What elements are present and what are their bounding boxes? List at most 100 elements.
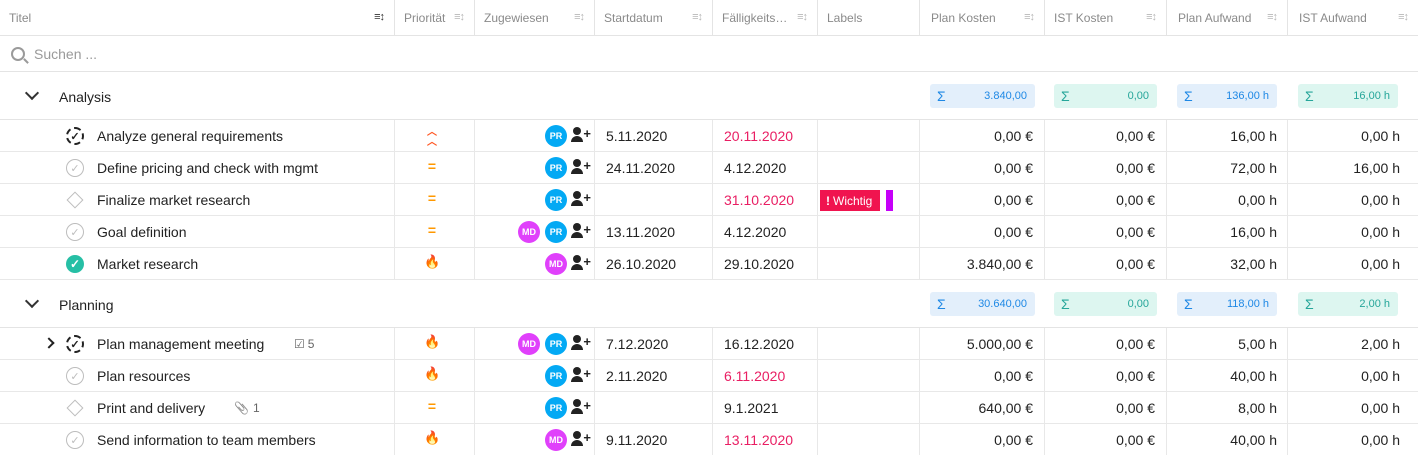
sort-icon[interactable]: ≡↕: [1398, 11, 1409, 23]
avatar[interactable]: PR: [545, 397, 567, 419]
label-chip[interactable]: ! Wichtig: [820, 190, 881, 211]
task-title[interactable]: Analyze general requirements: [97, 120, 283, 151]
avatar[interactable]: PR: [545, 157, 567, 179]
ist-aufwand[interactable]: 2,00 h: [1287, 328, 1400, 359]
ist-aufwand[interactable]: 16,00 h: [1287, 152, 1400, 183]
priority-urgent-icon[interactable]: 🔥: [424, 430, 440, 446]
chevron-down-icon[interactable]: [24, 293, 40, 309]
avatar[interactable]: PR: [545, 125, 567, 147]
task-title[interactable]: Plan management meeting: [97, 328, 264, 359]
plan-kosten[interactable]: 0,00 €: [919, 152, 1033, 183]
ist-kosten[interactable]: 0,00 €: [1044, 424, 1155, 455]
status-in-progress-icon[interactable]: ✓: [66, 335, 84, 353]
status-open-icon[interactable]: ✓: [66, 367, 84, 385]
column-header-faelligkeit[interactable]: Fälligkeits… ≡↕: [712, 0, 817, 36]
add-user-icon[interactable]: +: [571, 223, 591, 241]
due-date[interactable]: 20.11.2020: [712, 120, 793, 151]
table-row[interactable]: ✓ Analyze general requirements ︿ ︿ PR +5.11.2…: [0, 120, 1418, 152]
plan-kosten[interactable]: 0,00 €: [919, 424, 1033, 455]
milestone-icon[interactable]: [66, 399, 84, 417]
avatar[interactable]: PR: [545, 333, 567, 355]
start-date[interactable]: [594, 392, 606, 423]
priority-medium-icon[interactable]: =: [424, 398, 440, 414]
start-date[interactable]: [594, 184, 606, 215]
sort-icon[interactable]: ≡↕: [454, 11, 465, 23]
ist-kosten[interactable]: 0,00 €: [1044, 248, 1155, 279]
sort-icon[interactable]: ≡↕: [374, 11, 385, 23]
plan-aufwand[interactable]: 5,00 h: [1166, 328, 1277, 359]
add-user-icon[interactable]: +: [571, 431, 591, 449]
plan-aufwand[interactable]: 8,00 h: [1166, 392, 1277, 423]
start-date[interactable]: 9.11.2020: [594, 424, 667, 455]
chevron-right-icon[interactable]: [43, 337, 55, 349]
priority-medium-icon[interactable]: =: [424, 222, 440, 238]
due-date[interactable]: 16.12.2020: [712, 328, 794, 359]
avatar[interactable]: MD: [545, 253, 567, 275]
ist-aufwand[interactable]: 0,00 h: [1287, 216, 1400, 247]
column-header-titel[interactable]: Titel ≡↕: [0, 0, 394, 36]
group-header[interactable]: Analysis Σ 3.840,00 Σ 0,00 Σ 136,00 h Σ 16,00 h: [0, 72, 1418, 120]
plan-aufwand[interactable]: 40,00 h: [1166, 360, 1277, 391]
column-header-prioritaet[interactable]: Priorität ≡↕: [394, 0, 474, 36]
table-row[interactable]: ✓ Plan resources 🔥 PR +2.11.2020 6.11.2020 0,0…: [0, 360, 1418, 392]
add-user-icon[interactable]: +: [571, 335, 591, 353]
table-row[interactable]: ✓ Send information to team members 🔥 MD +9.1…: [0, 424, 1418, 455]
plan-aufwand[interactable]: 32,00 h: [1166, 248, 1277, 279]
ist-kosten[interactable]: 0,00 €: [1044, 216, 1155, 247]
ist-aufwand[interactable]: 0,00 h: [1287, 120, 1400, 151]
column-header-plan-aufwand[interactable]: Plan Aufwand ≡↕: [1166, 0, 1287, 36]
priority-medium-icon[interactable]: =: [424, 190, 440, 206]
add-user-icon[interactable]: +: [571, 191, 591, 209]
start-date[interactable]: 5.11.2020: [594, 120, 667, 151]
ist-aufwand[interactable]: 0,00 h: [1287, 424, 1400, 455]
task-title[interactable]: Send information to team members: [97, 424, 316, 455]
plan-kosten[interactable]: 5.000,00 €: [919, 328, 1033, 359]
plan-kosten[interactable]: 0,00 €: [919, 120, 1033, 151]
start-date[interactable]: 24.11.2020: [594, 152, 675, 183]
due-date[interactable]: 9.1.2021: [712, 392, 779, 423]
ist-kosten[interactable]: 0,00 €: [1044, 392, 1155, 423]
avatar[interactable]: PR: [545, 365, 567, 387]
task-title[interactable]: Market research: [97, 248, 198, 279]
due-date[interactable]: 6.11.2020: [712, 360, 785, 391]
plan-kosten[interactable]: 640,00 €: [919, 392, 1034, 423]
status-open-icon[interactable]: ✓: [66, 159, 84, 177]
start-date[interactable]: 2.11.2020: [594, 360, 667, 391]
table-row[interactable]: Print and delivery 📎 1 = PR +9.1.2021 640,00 €…: [0, 392, 1418, 424]
due-date[interactable]: 4.12.2020: [712, 216, 786, 247]
due-date[interactable]: 4.12.2020: [712, 152, 786, 183]
sort-icon[interactable]: ≡↕: [1024, 11, 1035, 23]
add-user-icon[interactable]: +: [571, 367, 591, 385]
group-header[interactable]: Planning Σ 30.640,00 Σ 0,00 Σ 118,00 h Σ 2,00 h: [0, 280, 1418, 328]
status-open-icon[interactable]: ✓: [66, 223, 84, 241]
column-header-ist-aufwand[interactable]: IST Aufwand ≡↕: [1287, 0, 1418, 36]
column-header-plan-kosten[interactable]: Plan Kosten ≡↕: [919, 0, 1044, 36]
avatar[interactable]: MD: [518, 333, 540, 355]
ist-kosten[interactable]: 0,00 €: [1044, 360, 1155, 391]
ist-kosten[interactable]: 0,00 €: [1044, 152, 1155, 183]
sort-icon[interactable]: ≡↕: [1267, 11, 1278, 23]
priority-high-icon[interactable]: ︿ ︿: [424, 128, 440, 148]
plan-kosten[interactable]: 0,00 €: [919, 216, 1033, 247]
add-user-icon[interactable]: +: [571, 127, 591, 145]
sort-icon[interactable]: ≡↕: [1146, 11, 1157, 23]
table-row[interactable]: ✓ Define pricing and check with mgmt = PR +2…: [0, 152, 1418, 184]
search-input[interactable]: [34, 45, 334, 62]
sort-icon[interactable]: ≡↕: [797, 11, 808, 23]
status-in-progress-icon[interactable]: ✓: [66, 127, 84, 145]
plan-kosten[interactable]: 0,00 €: [919, 360, 1033, 391]
start-date[interactable]: 13.11.2020: [594, 216, 675, 247]
plan-kosten[interactable]: 0,00 €: [919, 184, 1033, 215]
column-header-labels[interactable]: Labels: [817, 0, 919, 36]
plan-kosten[interactable]: 3.840,00 €: [919, 248, 1033, 279]
column-header-startdatum[interactable]: Startdatum ≡↕: [594, 0, 712, 36]
column-header-zugewiesen[interactable]: Zugewiesen ≡↕: [474, 0, 594, 36]
ist-kosten[interactable]: 0,00 €: [1044, 184, 1155, 215]
chevron-down-icon[interactable]: [24, 85, 40, 101]
task-title[interactable]: Define pricing and check with mgmt: [97, 152, 318, 183]
due-date[interactable]: 31.10.2020: [712, 184, 794, 215]
sort-icon[interactable]: ≡↕: [692, 11, 703, 23]
table-row[interactable]: Finalize market research = PR +31.10.2020! W…: [0, 184, 1418, 216]
priority-urgent-icon[interactable]: 🔥: [424, 254, 440, 270]
avatar[interactable]: PR: [545, 221, 567, 243]
